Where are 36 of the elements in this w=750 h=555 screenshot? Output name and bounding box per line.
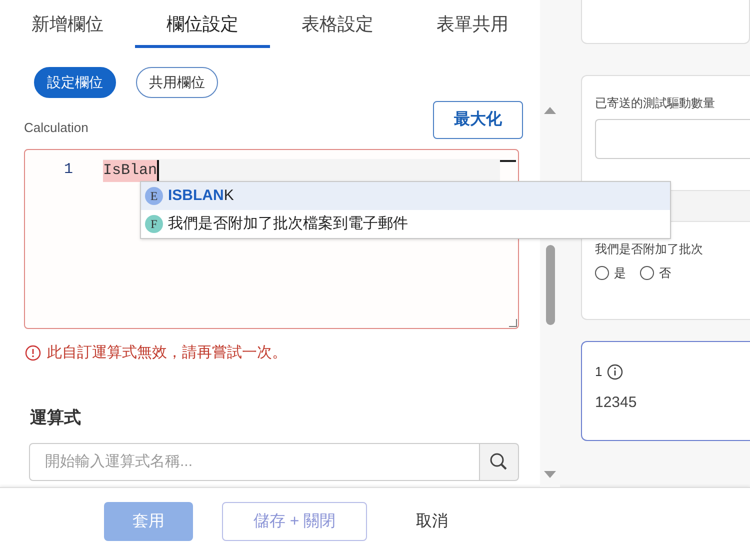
suggestion-item[interactable]: E ISBLANK	[141, 182, 670, 210]
overview-mark	[500, 160, 516, 162]
number-field[interactable]	[595, 119, 750, 159]
suggestion-item[interactable]: F 我們是否附加了批次檔案到電子郵件	[141, 210, 670, 238]
suggestion-text: 我們是否附加了批次檔案到電子郵件	[168, 214, 408, 234]
radio-button[interactable]	[640, 266, 654, 280]
error-message: 此自訂運算式無效，請再嘗試一次。	[47, 343, 287, 363]
suggestion-badge: E	[145, 187, 163, 205]
radio-label: 否	[659, 265, 671, 282]
toggle-pill[interactable]: 設定欄位	[34, 67, 116, 98]
tab[interactable]: 欄位設定	[135, 0, 270, 48]
field-label: Calculation	[24, 118, 88, 136]
search-icon	[489, 452, 509, 472]
field-label: 1	[595, 363, 602, 381]
suggestion-text: ISBLANK	[168, 186, 234, 206]
field-label: 我們是否附加了批次	[595, 241, 704, 258]
suggestion-badge: F	[145, 215, 163, 233]
resize-handle-icon	[509, 319, 517, 327]
footer-button[interactable]: 取消	[396, 502, 468, 541]
tab[interactable]: 新增欄位	[0, 0, 135, 48]
line-number: 1	[62, 160, 73, 180]
maximize-button[interactable]: 最大化	[433, 101, 523, 139]
radio-button[interactable]	[595, 266, 609, 280]
tab[interactable]: 表格設定	[270, 0, 405, 48]
scroll-thumb[interactable]	[546, 245, 555, 325]
search-button[interactable]	[480, 443, 519, 481]
toggle-pill[interactable]: 共用欄位	[136, 67, 218, 98]
field-value: 12345	[595, 392, 638, 412]
tab[interactable]: 表單共用	[405, 0, 540, 48]
search-field[interactable]: 開始輸入運算式名稱...	[29, 443, 480, 481]
radio-label: 是	[614, 265, 626, 282]
error-icon	[25, 345, 41, 362]
code-text: IsBlan	[103, 160, 160, 182]
section-heading: 運算式	[30, 406, 82, 428]
field-label: 已寄送的測試驅動數量	[595, 95, 716, 112]
info-icon[interactable]	[607, 364, 624, 380]
